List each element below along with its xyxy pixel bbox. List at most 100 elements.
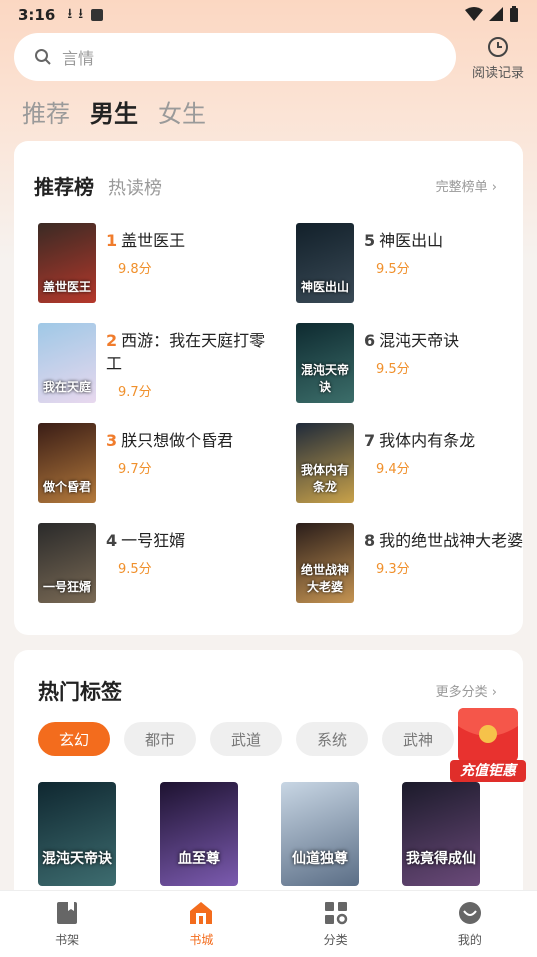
ranking-book[interactable]: 盖世医王 1 盖世医王 9.8分: [38, 223, 278, 305]
nav-bookshelf[interactable]: 书架: [0, 891, 134, 957]
book-score: 9.5分: [376, 362, 410, 377]
status-bar: 3:16 ⭳ ⭳: [0, 0, 537, 30]
nav-label: 书架: [55, 932, 80, 947]
nav-profile[interactable]: 我的: [403, 891, 537, 957]
wifi-icon: [465, 7, 483, 21]
book-score: 9.7分: [118, 385, 152, 400]
clock-icon: [488, 37, 508, 57]
cover-title: 混沌天帝诀: [42, 851, 112, 867]
nav-bookstore[interactable]: 书城: [134, 891, 268, 957]
book-score: 9.8分: [118, 262, 152, 277]
recharge-promo-label: 充值钜惠: [450, 760, 526, 782]
cover-title: 血至尊: [178, 851, 220, 867]
tag-book-cover[interactable]: 仙道独尊: [281, 782, 359, 886]
book-cover: 盖世医王: [38, 223, 96, 303]
more-categories-link[interactable]: 更多分类 ›: [436, 681, 497, 700]
hot-tags-card: 热门标签 更多分类 › 玄幻 都市 武道 系统 武神 混沌天帝诀 血至尊 仙道独…: [14, 650, 523, 910]
book-cover: 我在天庭: [38, 323, 96, 403]
tab-recommend-ranking[interactable]: 推荐榜: [34, 171, 94, 200]
bookstore-icon: [190, 901, 213, 924]
full-ranking-label: 完整榜单: [435, 180, 488, 195]
nav-label: 我的: [457, 932, 482, 947]
tag-chip[interactable]: 都市: [124, 722, 196, 756]
book-cover: 神医出山: [296, 223, 354, 303]
book-cover: 绝世战神大老婆: [296, 523, 354, 603]
book-title: 混沌天帝诀: [379, 331, 460, 350]
book-title: 朕只想做个昏君: [121, 431, 234, 450]
ranking-card: 推荐榜 热读榜 完整榜单 › 盖世医王 1 盖世医王 9.8分 我在天庭 2 西游：…: [14, 141, 523, 635]
ranking-book[interactable]: 我在天庭 2 西游：我在天庭打零工 9.7分: [38, 323, 278, 405]
cover-title: 我竟得成仙: [406, 851, 476, 867]
book-score: 9.3分: [376, 562, 410, 577]
tag-book-cover[interactable]: 我竟得成仙: [402, 782, 480, 886]
cover-title: 神医出山: [300, 280, 349, 294]
cover-title: 我在天庭: [42, 380, 91, 394]
book-title: 神医出山: [379, 231, 444, 250]
tag-chip[interactable]: 系统: [296, 722, 368, 756]
ranking-book[interactable]: 一号狂婿 4 一号狂婿 9.5分: [38, 523, 278, 605]
tab-recommend[interactable]: 推荐: [22, 94, 70, 129]
recharge-promo-button[interactable]: 充值钜惠: [448, 706, 528, 782]
nav-label: 书城: [189, 932, 214, 947]
nav-label: 分类: [323, 932, 348, 947]
book-score: 9.4分: [376, 462, 410, 477]
reading-history-label: 阅读记录: [471, 66, 524, 81]
book-score: 9.7分: [118, 462, 152, 477]
ranking-book[interactable]: 绝世战神大老婆 8 我的绝世战神大老婆 9.3分: [296, 523, 523, 605]
book-cover: 一号狂婿: [38, 523, 96, 603]
cover-title: 做个昏君: [42, 480, 91, 494]
tab-female[interactable]: 女生: [158, 94, 206, 129]
cover-title: 我体内有条龙: [300, 463, 349, 494]
book-cover: 混沌天帝诀: [296, 323, 354, 403]
book-title: 我的绝世战神大老婆: [379, 531, 523, 550]
tag-chip[interactable]: 玄幻: [38, 722, 110, 756]
channel-tabs: 推荐 男生 女生: [22, 94, 206, 129]
full-ranking-link[interactable]: 完整榜单 ›: [436, 176, 497, 195]
book-cover: 我体内有条龙: [296, 423, 354, 503]
rank-number: 3: [106, 431, 118, 450]
tag-chip[interactable]: 武神: [382, 722, 454, 756]
more-categories-label: 更多分类: [435, 685, 488, 700]
chevron-right-icon: ›: [491, 180, 497, 195]
download-icon: ⭳: [78, 6, 84, 22]
cover-title: 绝世战神大老婆: [300, 563, 349, 594]
signal-icon: [489, 7, 503, 21]
nav-category[interactable]: 分类: [269, 891, 403, 957]
app-notification-icon: [91, 9, 104, 21]
bookshelf-icon: [57, 901, 78, 924]
search-icon: [35, 49, 51, 65]
cover-title: 混沌天帝诀: [300, 363, 349, 394]
ranking-book[interactable]: 我体内有条龙 7 我体内有条龙 9.4分: [296, 423, 523, 505]
battery-icon: [510, 6, 518, 22]
tab-male[interactable]: 男生: [90, 94, 138, 129]
ranking-book[interactable]: 神医出山 5 神医出山 9.5分: [296, 223, 523, 305]
ranking-book[interactable]: 做个昏君 3 朕只想做个昏君 9.7分: [38, 423, 278, 505]
tag-book-cover[interactable]: 血至尊: [160, 782, 238, 886]
rank-number: 5: [364, 231, 376, 250]
book-score: 9.5分: [376, 262, 410, 277]
tab-hot-ranking[interactable]: 热读榜: [108, 174, 162, 200]
book-title: 西游：我在天庭打零工: [106, 331, 266, 373]
search-bar[interactable]: 言情: [14, 33, 456, 81]
rank-number: 6: [364, 331, 376, 350]
reading-history-button[interactable]: 阅读记录: [466, 36, 530, 81]
book-title: 盖世医王: [121, 231, 186, 250]
book-cover: 做个昏君: [38, 423, 96, 503]
book-score: 9.5分: [118, 562, 152, 577]
rank-number: 8: [364, 531, 376, 550]
tag-book-cover[interactable]: 混沌天帝诀: [38, 782, 116, 886]
category-icon: [324, 901, 347, 924]
rank-number: 1: [106, 231, 118, 250]
book-title: 一号狂婿: [121, 531, 186, 550]
download-icon: ⭳: [67, 6, 73, 22]
book-title: 我体内有条龙: [379, 431, 476, 450]
hot-tags-title: 热门标签: [38, 680, 122, 704]
status-time: 3:16: [18, 6, 56, 24]
rank-number: 2: [106, 331, 118, 350]
search-placeholder: 言情: [62, 49, 95, 68]
chevron-right-icon: ›: [491, 685, 497, 700]
cover-title: 一号狂婿: [42, 580, 91, 594]
tag-chip[interactable]: 武道: [210, 722, 282, 756]
rank-number: 7: [364, 431, 376, 450]
ranking-book[interactable]: 混沌天帝诀 6 混沌天帝诀 9.5分: [296, 323, 523, 405]
